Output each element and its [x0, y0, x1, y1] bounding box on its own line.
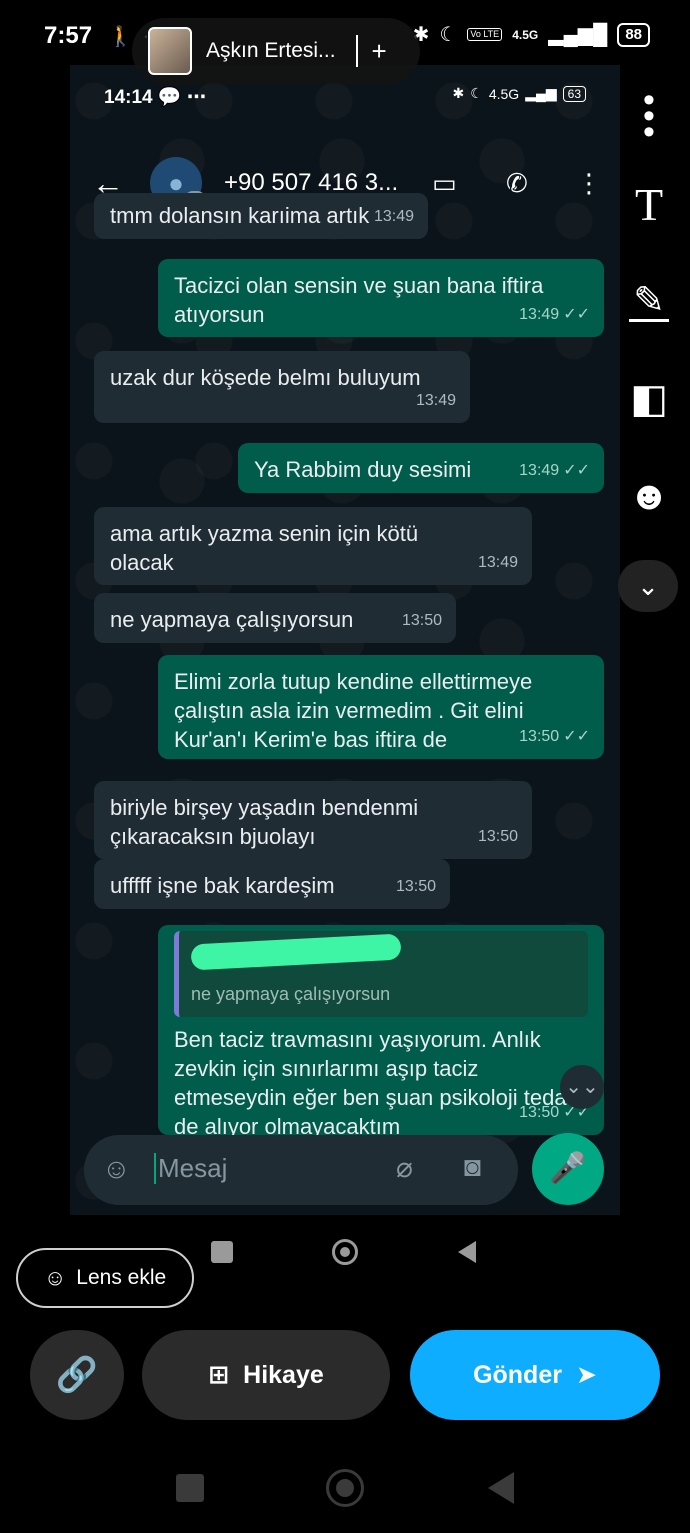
system-home-icon[interactable]	[326, 1469, 364, 1507]
network-label: 4.5G	[512, 27, 539, 42]
read-ticks-icon: ✓✓	[563, 462, 590, 479]
message-time: 13:49	[477, 554, 518, 571]
add-lens-label: Lens ekle	[76, 1266, 167, 1289]
message-bubble[interactable]: biriyle birşey yaşadın bendenmi çıkaraca…	[94, 781, 532, 859]
link-button[interactable]: 🔗	[30, 1330, 124, 1420]
inner-signal-icon: ▂▄▆	[525, 85, 557, 101]
message-bubble[interactable]: Tacizci olan sensin ve şuan bana iftira …	[158, 259, 604, 337]
message-text: tmm dolansın karıima artık	[110, 203, 370, 228]
phone-call-icon[interactable]: ✆	[506, 145, 528, 221]
message-time: 13:49	[415, 392, 456, 409]
status-right: ✱ ☾ Vo LTE 4.5G ▂▄▆█ 88	[413, 22, 650, 47]
emoji-icon[interactable]: ☺	[102, 1153, 131, 1185]
message-text: uzak dur köşede belmı buluyum	[110, 365, 421, 390]
text-tool-icon[interactable]: T	[626, 178, 672, 231]
battery-badge: 88	[617, 22, 650, 47]
send-arrow-icon: ➤	[575, 1361, 597, 1389]
mic-icon: 🎤	[549, 1152, 587, 1185]
moon-icon: ☾	[439, 24, 458, 46]
message-text: Elimi zorla tutup kendine ellettirmeye ç…	[174, 669, 533, 752]
video-call-icon[interactable]: ▭	[432, 145, 457, 221]
recents-icon	[211, 1241, 233, 1263]
message-text: biriyle birşey yaşadın bendenmi çıkaraca…	[110, 795, 419, 849]
system-back-icon[interactable]	[488, 1472, 514, 1504]
quoted-text: ne yapmaya çalışıyorsun	[191, 984, 391, 1004]
chat-screenshot: 14:14 💬 ⋯ ✱ ☾ 4.5G ▂▄▆ 63 ← ● ◷ +90 507 …	[70, 65, 620, 1215]
message-input-bar[interactable]: ☺ Mesaj ⌀ ◙	[84, 1135, 518, 1205]
message-notification-icon: 💬	[157, 87, 182, 108]
divider	[355, 35, 358, 67]
add-icon[interactable]: +	[372, 36, 387, 67]
message-text: ne yapmaya çalışıyorsun	[110, 607, 354, 632]
message-bubble[interactable]: Elimi zorla tutup kendine ellettirmeye ç…	[158, 655, 604, 759]
send-button[interactable]: Gönder ➤	[410, 1330, 660, 1420]
read-ticks-icon: ✓✓	[563, 306, 590, 323]
story-pill[interactable]: Aşkın Ertesi... +	[132, 18, 420, 84]
story-label: Hikaye	[243, 1360, 324, 1389]
message-text: Ya Rabbim duy sesimi	[254, 457, 472, 482]
message-text: ufffff işne bak kardeşim	[110, 873, 335, 898]
message-text: ama artık yazma senin için kötü olacak	[110, 521, 419, 575]
link-icon: 🔗	[55, 1356, 99, 1394]
camera-icon[interactable]: ◙	[464, 1151, 481, 1183]
home-icon	[332, 1239, 358, 1265]
chevron-down-icon[interactable]: ⌄	[618, 560, 678, 612]
read-ticks-icon: ✓✓	[563, 728, 590, 745]
message-time: 13:50 ✓✓	[519, 728, 590, 745]
volte-badge: Vo LTE	[467, 28, 503, 41]
sticker-icon[interactable]: ◧	[626, 376, 672, 422]
back-icon	[458, 1241, 476, 1263]
message-time: 13:50	[477, 828, 518, 845]
message-text: Tacizci olan sensin ve şuan bana iftira …	[174, 273, 544, 327]
signal-icon: ▂▄▆█	[548, 24, 608, 46]
inner-status-time: 14:14 💬 ⋯	[104, 87, 206, 108]
message-time: 13:49	[373, 208, 414, 225]
message-time: 13:49 ✓✓	[519, 462, 590, 479]
story-thumbnail	[148, 27, 192, 75]
message-bubble[interactable]: Ya Rabbim duy sesimi 13:49 ✓✓	[238, 443, 604, 493]
inner-battery-badge: 63	[562, 85, 586, 102]
attach-icon[interactable]: ⌀	[396, 1151, 413, 1184]
story-button[interactable]: ⊞ Hikaye	[142, 1330, 390, 1420]
story-add-icon: ⊞	[208, 1361, 230, 1389]
story-title: Aşkın Ertesi...	[206, 39, 336, 62]
message-time: 13:49 ✓✓	[519, 306, 590, 323]
system-nav-bar	[0, 1460, 690, 1520]
add-lens-button[interactable]: ☺ Lens ekle	[16, 1248, 194, 1308]
send-label: Gönder	[473, 1360, 562, 1389]
pen-tool-icon[interactable]: ✎	[626, 278, 672, 322]
message-bubble[interactable]: uzak dur köşede belmı buluyum 13:49	[94, 351, 470, 423]
lens-plus-icon: ☺	[43, 1265, 67, 1290]
message-bubble[interactable]: ufffff işne bak kardeşim 13:50	[94, 859, 450, 909]
lens-face-icon[interactable]: ☻	[626, 474, 672, 519]
message-time: 13:50	[401, 612, 442, 629]
system-recents-icon[interactable]	[176, 1474, 204, 1502]
message-bubble[interactable]: tmm dolansın karıima artık 13:49	[94, 193, 428, 239]
inner-bluetooth-icon: ✱	[452, 85, 465, 101]
more-options-icon[interactable]: • • •	[626, 83, 672, 149]
inner-status-right: ✱ ☾ 4.5G ▂▄▆ 63	[453, 85, 586, 102]
redaction-scribble	[190, 933, 402, 971]
inner-network-label: 4.5G	[488, 85, 520, 102]
mic-button[interactable]: 🎤	[532, 1133, 604, 1205]
message-bubble[interactable]: ama artık yazma senin için kötü olacak 1…	[94, 507, 532, 585]
message-input[interactable]: Mesaj	[154, 1153, 227, 1184]
more-menu-icon[interactable]: ⋮	[576, 145, 602, 221]
message-time: 13:50	[395, 878, 436, 895]
quoted-message[interactable]: ne yapmaya çalışıyorsun	[174, 931, 588, 1017]
scroll-down-button[interactable]: ⌄⌄	[560, 1065, 604, 1109]
message-bubble[interactable]: ne yapmaya çalışıyorsun Ben taciz travma…	[158, 925, 604, 1139]
inner-moon-icon: ☾	[470, 85, 483, 101]
status-time: 7:57	[44, 22, 93, 49]
message-bubble[interactable]: ne yapmaya çalışıyorsun 13:50	[94, 593, 456, 643]
